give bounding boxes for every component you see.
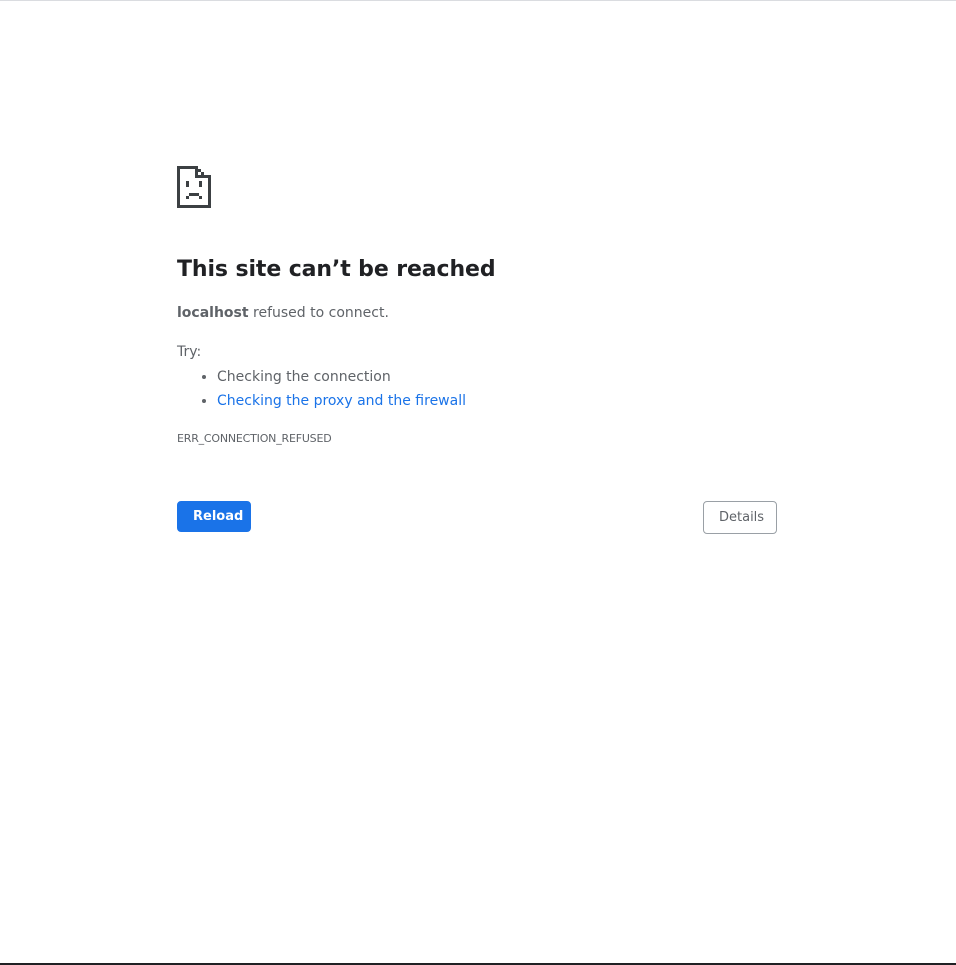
top-border (0, 0, 956, 1)
error-summary: localhost refused to connect. (177, 303, 389, 323)
suggestion-check-connection: Checking the connection (217, 365, 466, 389)
page-title: This site can’t be reached (177, 257, 496, 282)
suggestion-check-proxy-firewall[interactable]: Checking the proxy and the firewall (217, 389, 466, 413)
error-message: refused to connect. (248, 305, 389, 321)
reload-button[interactable]: Reload (177, 501, 251, 532)
sad-page-icon (177, 166, 211, 208)
details-button[interactable]: Details (703, 501, 777, 534)
proxy-firewall-link[interactable]: Checking the proxy and the firewall (217, 393, 466, 409)
try-label: Try: (177, 344, 202, 360)
host-name: localhost (177, 305, 249, 321)
suggestions-list: Checking the connection Checking the pro… (177, 365, 466, 413)
error-code: ERR_CONNECTION_REFUSED (177, 432, 332, 445)
